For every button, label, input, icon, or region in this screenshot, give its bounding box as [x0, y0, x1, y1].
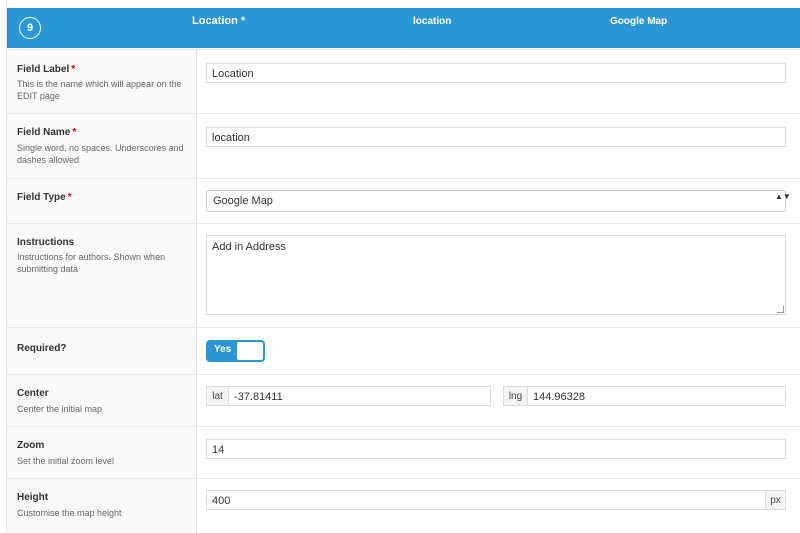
row-field-type: Field Type * Google Map ▲▼ — [7, 178, 800, 224]
instructions-title: Instructions — [17, 237, 75, 248]
field-type-selected: Google Map — [213, 195, 273, 207]
row-height: Height Customise the map height 400 px — [7, 478, 800, 533]
row-instructions: Instructions Instructions for authors. S… — [7, 223, 800, 328]
select-arrows-icon: ▲▼ — [775, 192, 791, 201]
height-desc: Customise the map height — [17, 508, 122, 518]
field-order-badge: 9 — [19, 17, 41, 39]
row-field-label: Field Label * This is the name which will… — [7, 49, 800, 114]
center-desc: Center the initial map — [17, 404, 103, 414]
field-header-name: location — [413, 16, 452, 27]
field-label-title: Field Label * — [17, 64, 76, 75]
lng-prefix: lng — [503, 386, 528, 406]
height-input[interactable]: 400 — [206, 490, 766, 510]
row-field-name: Field Name * Single word, no spaces. Unde… — [7, 113, 800, 179]
field-name-input[interactable]: location — [206, 127, 786, 147]
row-required: Required? Yes — [7, 327, 800, 375]
zoom-desc: Set the initial zoom level — [17, 456, 115, 466]
required-toggle-label: Yes — [214, 344, 232, 355]
field-name-desc: Single word, no spaces. Underscores and … — [17, 143, 184, 165]
field-header[interactable]: 9 Location * location Google Map — [7, 8, 800, 48]
field-label-input[interactable]: Location — [206, 63, 786, 83]
field-header-label[interactable]: Location * — [192, 15, 245, 27]
instructions-value: Add in Address — [212, 241, 286, 253]
instructions-textarea[interactable]: Add in Address — [206, 235, 786, 315]
field-name-title: Field Name * — [17, 127, 77, 138]
zoom-title: Zoom — [17, 440, 45, 451]
resize-handle-icon[interactable] — [777, 306, 784, 313]
required-mark: * — [71, 64, 76, 75]
instructions-desc: Instructions for authors. Shown when sub… — [17, 252, 166, 274]
center-lng-input[interactable]: 144.96328 — [527, 386, 786, 406]
row-zoom: Zoom Set the initial zoom level 14 — [7, 426, 800, 479]
row-center: Center Center the initial map lat -37.81… — [7, 374, 800, 427]
center-lat-input[interactable]: -37.81411 — [228, 386, 491, 406]
field-type-select[interactable]: Google Map ▲▼ — [206, 190, 791, 212]
required-title: Required? — [17, 343, 67, 354]
toggle-knob — [237, 342, 263, 360]
required-mark: * — [67, 192, 72, 203]
field-label-desc: This is the name which will appear on th… — [17, 79, 182, 101]
zoom-input[interactable]: 14 — [206, 439, 786, 459]
lat-prefix: lat — [206, 386, 229, 406]
center-title: Center — [17, 388, 49, 399]
required-mark: * — [72, 127, 77, 138]
field-editor: 9 Location * location Google Map Field L… — [6, 0, 800, 533]
height-title: Height — [17, 492, 49, 503]
field-type-title: Field Type * — [17, 192, 72, 203]
height-suffix: px — [765, 490, 786, 510]
field-header-type: Google Map — [610, 16, 668, 27]
required-toggle[interactable]: Yes — [206, 340, 265, 362]
